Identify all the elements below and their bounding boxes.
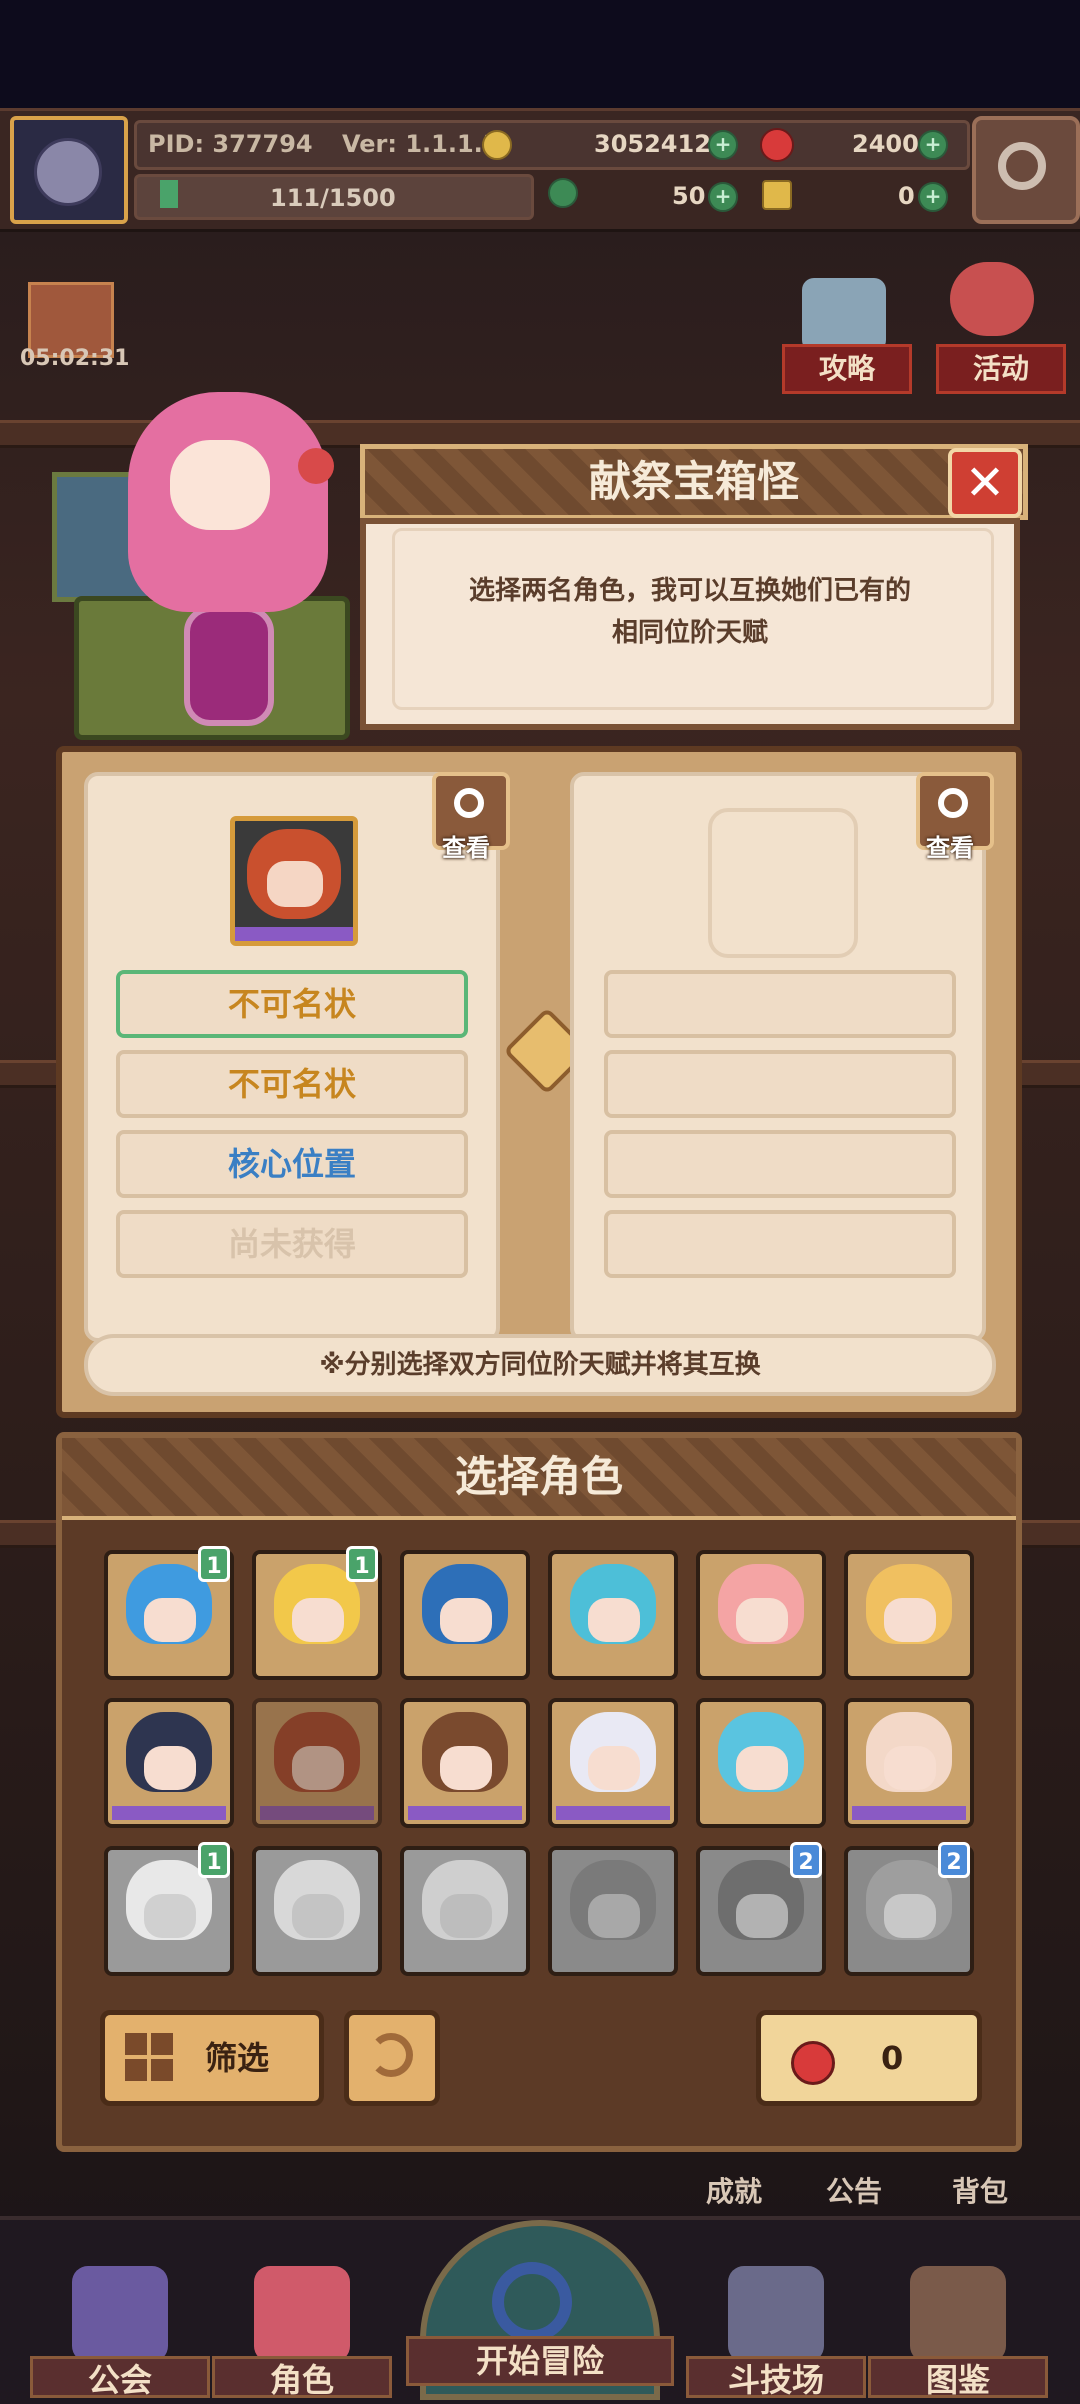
- resource-button[interactable]: 0: [756, 2010, 982, 2106]
- character-slot-selected[interactable]: [252, 1698, 382, 1828]
- right-view-label: 查看: [926, 834, 974, 862]
- chat-icon: [802, 278, 886, 352]
- red-gem-icon: [760, 128, 794, 162]
- gift-timer: 05:02:31: [20, 346, 130, 371]
- select-header: 选择角色: [62, 1438, 1016, 1520]
- character-slot[interactable]: [844, 1550, 974, 1680]
- magnifier-icon: [492, 2262, 572, 2342]
- description-line-2: 相同位阶天赋: [611, 618, 768, 648]
- grid-icon: [125, 2033, 173, 2081]
- add-gold-icon[interactable]: +: [708, 130, 738, 160]
- character-slot[interactable]: [696, 1550, 826, 1680]
- balloon-icon: [950, 262, 1034, 336]
- add-clover-icon[interactable]: +: [708, 182, 738, 212]
- gem-amount: 2400: [852, 130, 919, 158]
- right-talent-slot-2[interactable]: [604, 1050, 956, 1118]
- mimic-girl-face: [170, 440, 270, 530]
- reset-button[interactable]: [344, 2010, 440, 2106]
- character-slot[interactable]: [844, 1698, 974, 1828]
- empty-portrait-slot[interactable]: [708, 808, 858, 958]
- version-label: Ver: 1.1.1.3: [342, 130, 500, 158]
- character-slot[interactable]: [548, 1698, 678, 1828]
- talent-slot-3[interactable]: 核心位置: [116, 1130, 468, 1198]
- nav-character[interactable]: 角色: [212, 2258, 392, 2399]
- nav-guild-label: 公会: [30, 2356, 210, 2399]
- nav-guild[interactable]: 公会: [30, 2258, 210, 2399]
- gear-icon: [998, 142, 1046, 190]
- notice-link[interactable]: 公告: [826, 2170, 882, 2210]
- pid-label: PID: 377794: [148, 130, 313, 158]
- magnifier-icon: [938, 788, 968, 818]
- nav-arena[interactable]: 斗技场: [686, 2258, 866, 2399]
- close-button[interactable]: ✕: [948, 448, 1022, 518]
- level-badge: 1: [346, 1546, 378, 1582]
- level-badge: 1: [198, 1546, 230, 1582]
- close-icon: ✕: [964, 455, 1006, 511]
- swords-icon: [728, 2266, 824, 2362]
- apple-icon: [298, 448, 334, 484]
- add-gem-icon[interactable]: +: [918, 130, 948, 160]
- stamina-value: 111/1500: [270, 184, 396, 212]
- clover-icon: [548, 178, 578, 208]
- player-avatar[interactable]: [10, 116, 128, 224]
- key-amount: 0: [898, 182, 915, 210]
- gold-amount: 3052412: [594, 130, 711, 158]
- level-badge: 1: [198, 1842, 230, 1878]
- key-icon: [762, 180, 792, 210]
- clover-amount: 50: [672, 182, 706, 210]
- book-icon: [910, 2266, 1006, 2362]
- resource-count: 0: [881, 2039, 904, 2077]
- character-slot-locked[interactable]: [400, 1846, 530, 1976]
- swap-hint: ※分别选择双方同位阶天赋并将其互换: [84, 1334, 996, 1396]
- guide-button[interactable]: 攻略: [782, 344, 912, 394]
- right-talent-slot-4[interactable]: [604, 1210, 956, 1278]
- character-slot[interactable]: [104, 1698, 234, 1828]
- character-slot[interactable]: [696, 1698, 826, 1828]
- add-key-icon[interactable]: +: [918, 182, 948, 212]
- nav-codex[interactable]: 图鉴: [868, 2258, 1048, 2399]
- left-view-label: 查看: [442, 834, 490, 862]
- select-title: 选择角色: [454, 1452, 623, 1501]
- activity-button[interactable]: 活动: [936, 344, 1066, 394]
- achievements-link[interactable]: 成就: [706, 2170, 762, 2210]
- gold-coin-icon: [482, 130, 512, 160]
- talent-slot-2[interactable]: 不可名状: [116, 1050, 468, 1118]
- selected-character-portrait[interactable]: [230, 816, 358, 946]
- settings-button[interactable]: [972, 116, 1080, 224]
- chest-gem: [184, 606, 274, 726]
- talent-slot-1[interactable]: 不可名状: [116, 970, 468, 1038]
- dialog-title: 献祭宝箱怪: [588, 457, 799, 506]
- nav-character-label: 角色: [212, 2356, 392, 2399]
- nav-arena-label: 斗技场: [686, 2356, 866, 2399]
- dialog-header: 献祭宝箱怪: [360, 444, 1028, 520]
- guild-icon: [72, 2266, 168, 2362]
- character-slot[interactable]: [548, 1550, 678, 1680]
- filter-label: 筛选: [205, 2039, 270, 2077]
- red-orb-icon: [791, 2041, 835, 2085]
- refresh-icon: [369, 2033, 413, 2077]
- filter-button[interactable]: 筛选: [100, 2010, 324, 2106]
- nav-adventure-label: 开始冒险: [406, 2336, 674, 2386]
- character-slot[interactable]: [400, 1550, 530, 1680]
- level-badge: 2: [790, 1842, 822, 1878]
- level-badge: 2: [938, 1842, 970, 1878]
- magnifier-icon: [454, 788, 484, 818]
- stamina-bar-fill: [160, 180, 178, 208]
- character-icon: [254, 2266, 350, 2362]
- talent-slot-4[interactable]: 尚未获得: [116, 1210, 468, 1278]
- character-slot[interactable]: [400, 1698, 530, 1828]
- bag-link[interactable]: 背包: [952, 2170, 1008, 2210]
- nav-codex-label: 图鉴: [868, 2356, 1048, 2399]
- right-talent-slot-3[interactable]: [604, 1130, 956, 1198]
- character-slot-locked[interactable]: [252, 1846, 382, 1976]
- right-talent-slot-1[interactable]: [604, 970, 956, 1038]
- description-line-1: 选择两名角色，我可以互换她们已有的: [468, 576, 911, 606]
- character-slot-locked[interactable]: [548, 1846, 678, 1976]
